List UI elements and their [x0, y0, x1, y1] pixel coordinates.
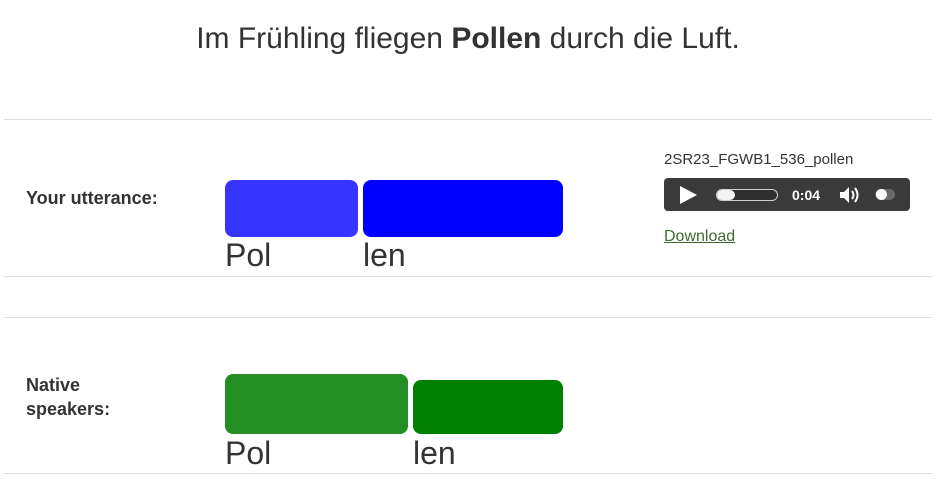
- audio-player: 0:04: [664, 178, 910, 211]
- volume-icon[interactable]: [838, 184, 864, 206]
- native-label-line1: Native: [26, 375, 81, 395]
- native-syllable-bar-pol: [225, 374, 408, 434]
- seek-progress: [717, 190, 735, 200]
- utterance-syllable-bar-len: [363, 180, 563, 237]
- divider: [4, 276, 932, 277]
- utterance-syllable-label: len: [363, 237, 406, 273]
- sentence-after: durch die Luft.: [541, 22, 740, 55]
- native-syllable-bar-len: [413, 380, 563, 434]
- utterance-label: Your utterance:: [26, 188, 158, 208]
- utterance-syllable-bar-pol: [225, 180, 358, 237]
- target-sentence: Im Frühling fliegen Pollen durch die Luf…: [0, 22, 936, 56]
- sentence-target-word: Pollen: [451, 22, 542, 55]
- sentence-before: Im Frühling fliegen: [196, 22, 452, 55]
- play-icon[interactable]: [680, 186, 697, 204]
- audio-filename: 2SR23_FGWB1_536_pollen: [664, 151, 854, 168]
- divider: [4, 317, 932, 318]
- volume-slider[interactable]: [875, 189, 895, 200]
- divider: [4, 119, 932, 120]
- native-syllable-label: Pol: [225, 435, 272, 471]
- volume-knob[interactable]: [876, 189, 887, 200]
- seek-slider[interactable]: [716, 189, 778, 201]
- download-link[interactable]: Download: [664, 227, 735, 247]
- page: Im Frühling fliegen Pollen durch die Luf…: [0, 0, 936, 479]
- utterance-syllable-label: Pol: [225, 237, 272, 273]
- native-label-line2: speakers:: [26, 399, 111, 419]
- divider: [4, 473, 932, 474]
- native-speakers-label: Native speakers:: [26, 373, 110, 421]
- native-syllable-label: len: [413, 435, 456, 471]
- playback-time: 0:04: [792, 187, 821, 203]
